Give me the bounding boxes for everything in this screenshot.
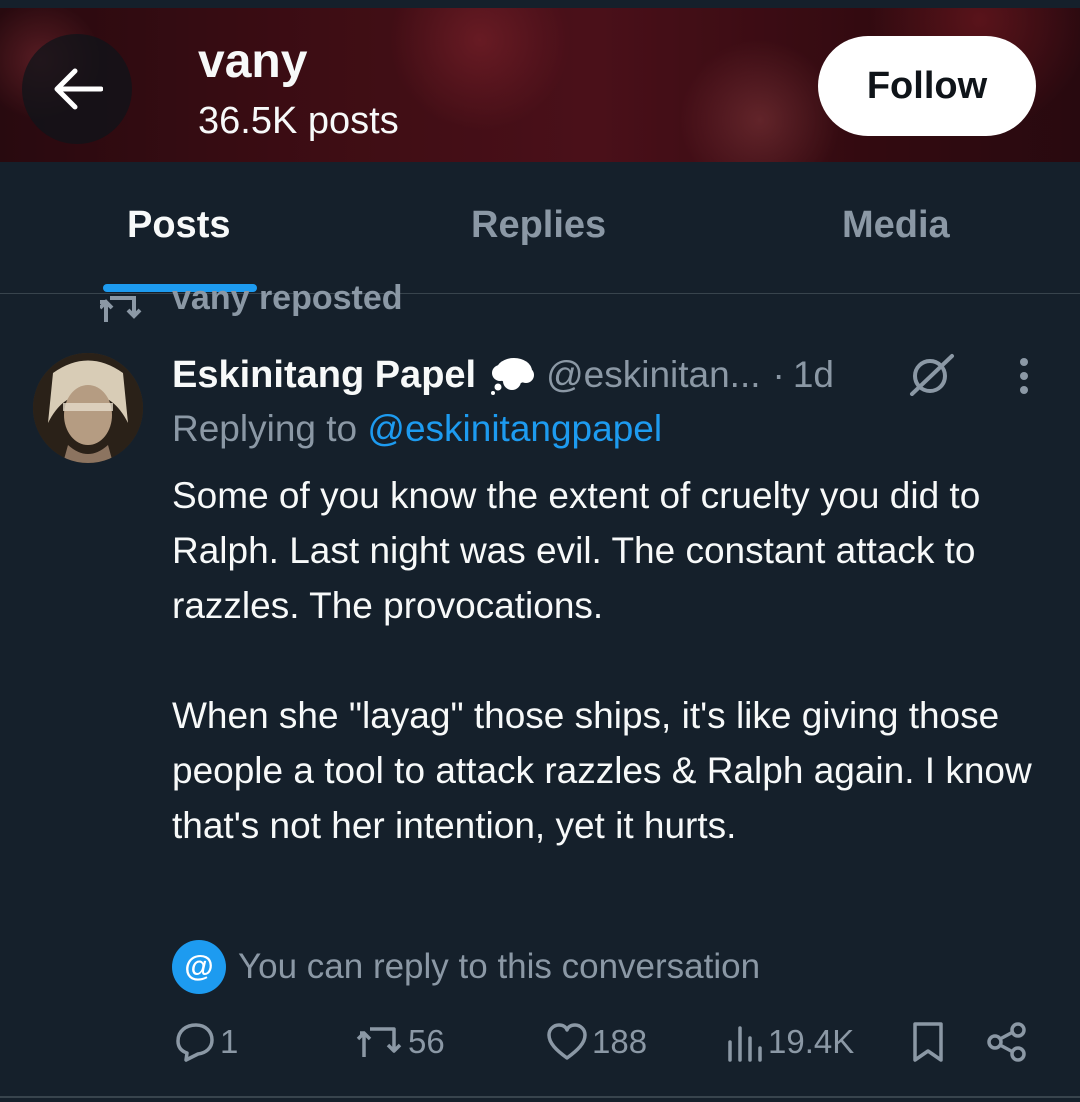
tweet-actions: 1 56 188 19.4K	[0, 1016, 1080, 1068]
replying-prefix: Replying to	[172, 408, 368, 449]
avatar-image	[33, 353, 143, 463]
reply-count: 1	[220, 1023, 239, 1060]
at-sign-icon: @	[172, 940, 226, 994]
reply-icon	[176, 1023, 214, 1062]
reply-button[interactable]: 1	[174, 1016, 238, 1068]
profile-header-banner: vany 36.5K posts Follow	[0, 0, 1080, 162]
follow-button[interactable]: Follow	[818, 36, 1036, 136]
like-count: 188	[592, 1023, 648, 1060]
author-handle[interactable]: @eskinitan...	[546, 354, 760, 396]
tweet-body: Some of you know the extent of cruelty y…	[172, 468, 1052, 853]
more-options-icon[interactable]	[1012, 356, 1036, 396]
author-avatar[interactable]	[33, 353, 143, 463]
tweet-paragraph: When she "layag" those ships, it's like …	[172, 695, 1032, 846]
thought-bubble-icon	[491, 358, 535, 395]
profile-tabs: Posts Replies Media	[0, 162, 1080, 294]
profile-name: vany	[198, 35, 308, 88]
bookmark-icon	[913, 1022, 943, 1062]
tab-replies[interactable]: Replies	[471, 204, 606, 247]
tweet-divider	[0, 1096, 1080, 1098]
repost-button[interactable]: 56	[356, 1016, 445, 1068]
grok-icon[interactable]	[906, 352, 958, 396]
reply-permission-note: @ You can reply to this conversation	[172, 940, 760, 994]
replying-to-line: Replying to @eskinitangpapel	[172, 408, 662, 450]
replying-to-mention[interactable]: @eskinitangpapel	[367, 408, 662, 449]
bookmark-button[interactable]	[910, 1016, 946, 1068]
author-name[interactable]: Eskinitang Papel	[172, 354, 476, 397]
separator-dot: ·	[772, 354, 785, 395]
profile-title-block: vany 36.5K posts	[198, 34, 399, 146]
arrow-left-icon	[54, 68, 103, 110]
repost-indicator: vany reposted	[100, 284, 403, 322]
reply-permission-text: You can reply to this conversation	[238, 947, 761, 986]
post-count: 36.5K posts	[198, 100, 399, 142]
heart-icon	[547, 1023, 587, 1060]
repost-text: vany reposted	[172, 284, 403, 317]
repost-count: 56	[408, 1023, 445, 1060]
view-count: 19.4K	[768, 1023, 855, 1060]
back-button[interactable]	[22, 34, 132, 144]
views-bar-chart-icon	[728, 1026, 762, 1062]
tab-media[interactable]: Media	[842, 204, 950, 247]
share-icon	[987, 1022, 1026, 1062]
repost-icon	[356, 1027, 402, 1057]
tweet-header: Eskinitang Papel @eskinitan... · 1d	[172, 352, 834, 398]
tab-posts[interactable]: Posts	[127, 204, 230, 247]
repost-icon	[100, 296, 142, 322]
status-strip	[0, 0, 1080, 8]
views-button[interactable]: 19.4K	[724, 1016, 854, 1068]
tweet-paragraph: Some of you know the extent of cruelty y…	[172, 475, 981, 626]
tweet-timestamp[interactable]: 1d	[793, 354, 834, 396]
like-button[interactable]: 188	[546, 1016, 647, 1068]
share-button[interactable]	[986, 1016, 1028, 1068]
